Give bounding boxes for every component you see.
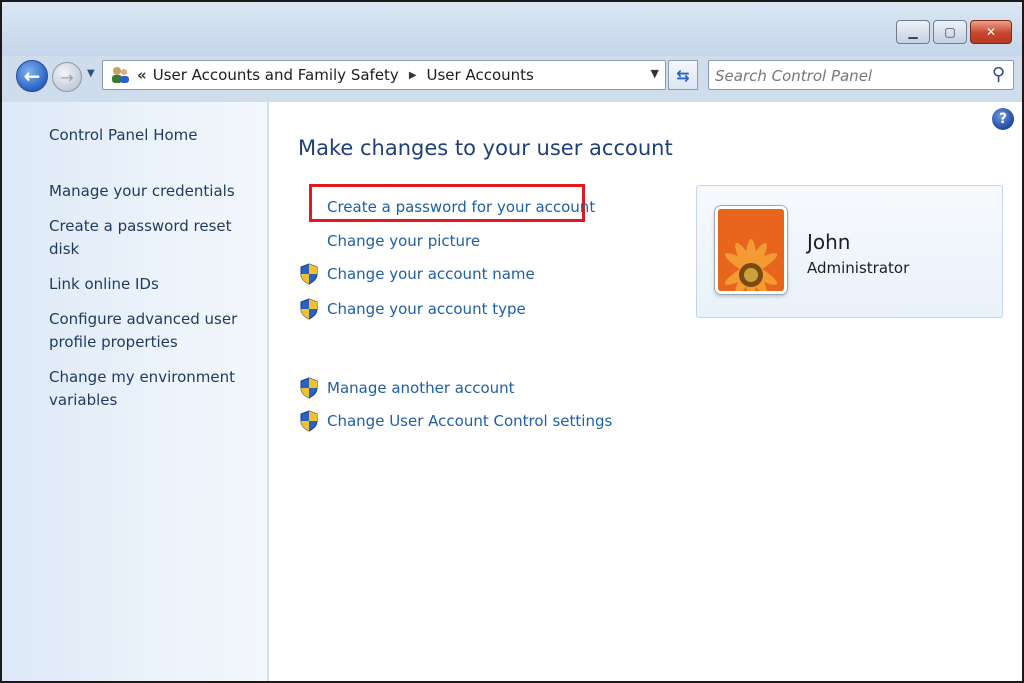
forward-button[interactable]: →	[52, 62, 82, 92]
address-bar[interactable]: « User Accounts and Family Safety ▶ User…	[102, 60, 666, 90]
shield-icon	[300, 263, 318, 285]
page-title: Make changes to your user account	[298, 136, 673, 160]
shield-icon	[300, 298, 318, 320]
navigation-bar: ← → ▼ « User Accounts and Family Safety …	[2, 56, 1022, 96]
control-panel-window: ▁ ▢ ✕ ← → ▼ « User Accounts and Family S…	[0, 0, 1024, 683]
user-accounts-icon	[109, 65, 131, 85]
sidebar-links: Manage your credentials Create a passwor…	[49, 180, 259, 424]
create-password-link[interactable]: Create a password for your account	[327, 198, 595, 216]
breadcrumb-separator-icon[interactable]: ▶	[409, 70, 417, 81]
sidebar: Control Panel Home Manage your credentia…	[2, 102, 268, 681]
sidebar-create-password-reset-disk[interactable]: Create a password reset disk	[49, 215, 259, 261]
user-account-card: John Administrator	[696, 185, 1003, 318]
breadcrumb-user-accounts-family-safety[interactable]: User Accounts and Family Safety	[153, 66, 399, 84]
close-button[interactable]: ✕	[970, 20, 1012, 44]
user-name: John	[807, 230, 851, 254]
sidebar-link-online-ids[interactable]: Link online IDs	[49, 273, 259, 296]
change-picture-link[interactable]: Change your picture	[327, 232, 480, 250]
address-dropdown-icon[interactable]: ▼	[651, 67, 659, 80]
user-role: Administrator	[807, 259, 910, 277]
flower-picture-icon	[718, 209, 784, 291]
back-button[interactable]: ←	[16, 60, 48, 92]
sidebar-configure-profile-properties[interactable]: Configure advanced user profile properti…	[49, 308, 259, 354]
search-box[interactable]: ⚲	[708, 60, 1014, 90]
window-controls: ▁ ▢ ✕	[896, 20, 1012, 44]
search-icon[interactable]: ⚲	[992, 64, 1005, 85]
refresh-icon: ⇆	[676, 65, 690, 85]
breadcrumb-overflow-icon[interactable]: «	[137, 66, 147, 84]
sidebar-manage-credentials[interactable]: Manage your credentials	[49, 180, 259, 203]
manage-another-account-link[interactable]: Manage another account	[327, 379, 515, 397]
sidebar-control-panel-home[interactable]: Control Panel Home	[49, 126, 198, 144]
breadcrumb-user-accounts[interactable]: User Accounts	[427, 66, 534, 84]
change-account-type-link[interactable]: Change your account type	[327, 300, 526, 318]
search-input[interactable]	[715, 65, 981, 87]
shield-icon	[300, 410, 318, 432]
sidebar-change-environment-variables[interactable]: Change my environment variables	[49, 366, 259, 412]
forward-arrow-icon: →	[60, 67, 74, 87]
refresh-button[interactable]: ⇆	[668, 60, 698, 90]
back-arrow-icon: ←	[23, 64, 41, 88]
recent-pages-dropdown[interactable]: ▼	[87, 68, 95, 79]
change-uac-settings-link[interactable]: Change User Account Control settings	[327, 412, 612, 430]
shield-icon	[300, 377, 318, 399]
title-bar: ▁ ▢ ✕	[2, 2, 1022, 56]
change-account-name-link[interactable]: Change your account name	[327, 265, 535, 283]
maximize-button[interactable]: ▢	[933, 20, 967, 44]
avatar[interactable]	[715, 206, 787, 294]
help-icon[interactable]: ?	[992, 108, 1014, 130]
main-content: ? Make changes to your user account Crea…	[269, 102, 1022, 681]
minimize-button[interactable]: ▁	[896, 20, 930, 44]
